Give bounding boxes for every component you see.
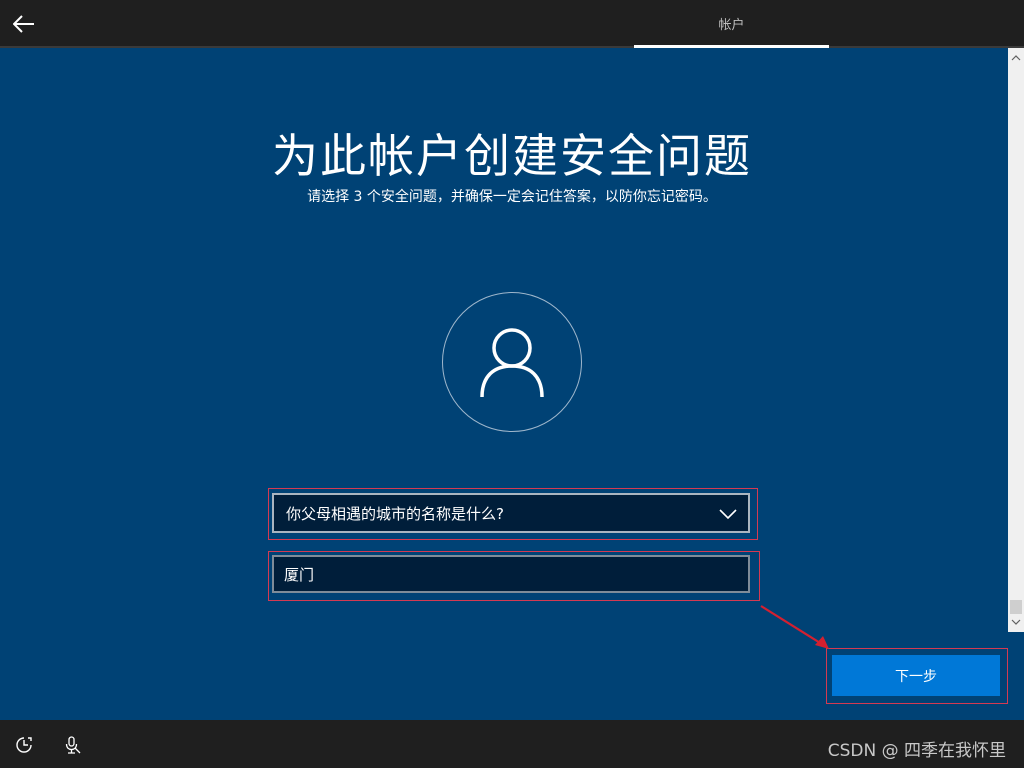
scroll-down-arrow[interactable] — [1008, 614, 1024, 630]
page-subtitle: 请选择 3 个安全问题，并确保一定会记住答案，以防你忘记密码。 — [307, 189, 717, 205]
chevron-down-icon — [1011, 619, 1021, 625]
arrow-left-icon — [13, 15, 34, 33]
microphone-button[interactable] — [62, 735, 82, 755]
top-bar — [0, 0, 1024, 48]
next-button[interactable]: 下一步 — [832, 655, 1000, 696]
back-button[interactable] — [10, 10, 38, 38]
scroll-up-arrow[interactable] — [1008, 50, 1024, 66]
watermark-text: CSDN @ 四季在我怀里 — [827, 741, 1006, 761]
page-title: 为此帐户创建安全问题 — [272, 129, 752, 183]
user-icon — [480, 328, 544, 398]
scroll-thumb[interactable] — [1010, 600, 1022, 614]
security-question-value: 你父母相遇的城市的名称是什么? — [286, 504, 504, 523]
security-question-select[interactable]: 你父母相遇的城市的名称是什么? — [272, 493, 750, 533]
annotation-arrow — [760, 605, 829, 649]
security-answer-input[interactable] — [272, 555, 750, 593]
scroll-gutter — [1008, 632, 1024, 720]
avatar — [442, 292, 582, 432]
chevron-up-icon — [1011, 55, 1021, 61]
ease-of-access-icon — [16, 737, 32, 753]
ease-of-access-button[interactable] — [14, 735, 34, 755]
chevron-down-icon — [719, 509, 737, 520]
tab-account[interactable]: 帐户 — [634, 0, 829, 46]
microphone-icon — [65, 736, 81, 754]
